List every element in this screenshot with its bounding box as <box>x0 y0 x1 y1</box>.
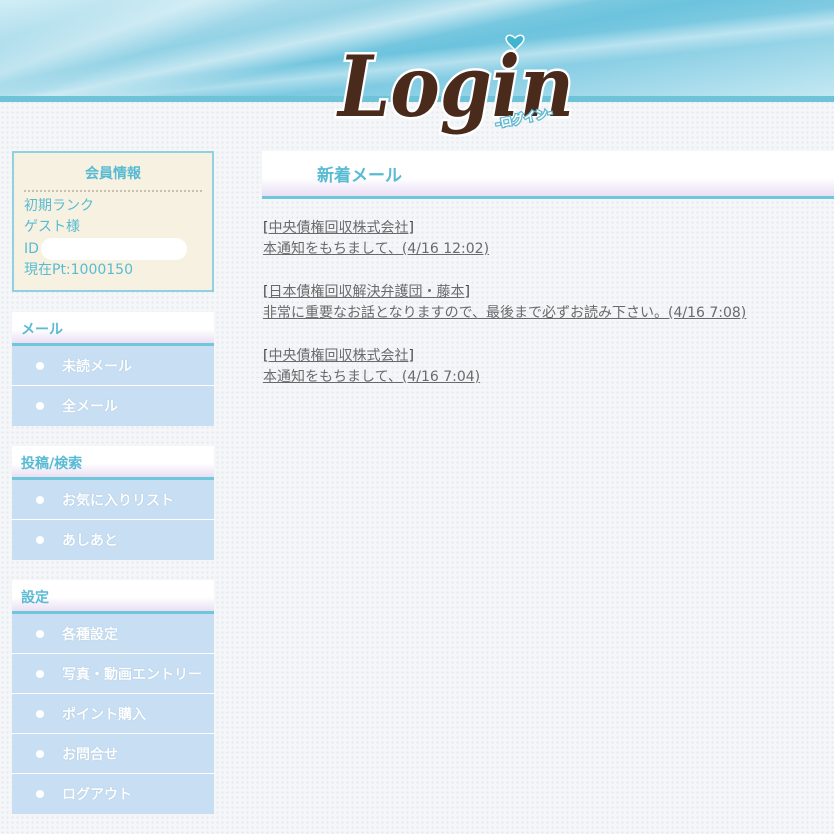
login-logo: Login -ログイン- <box>334 35 577 139</box>
mail-sender: [日本債権回収解決弁護団・藤本] <box>263 284 470 300</box>
nav-section-search: 投稿/検索 お気に入りリスト あしあと <box>12 446 214 560</box>
bullet-icon <box>36 709 44 718</box>
mail-subject-link[interactable]: 非常に重要なお話となりますので、最後まで必ずお読み下さい。(4/16 7:08) <box>263 303 746 324</box>
list-item: [中央債権回収株式会社] 本通知をもちまして、(4/16 12:02) <box>263 218 834 260</box>
nav-section-mail: メール 未読メール 全メール <box>12 312 214 426</box>
page-header: Login -ログイン- <box>0 0 834 150</box>
nav-item-label: お気に入りリスト <box>62 492 174 509</box>
id-redaction-mask <box>40 238 187 260</box>
nav-item-photo-entry[interactable]: 写真・動画エントリー <box>12 654 214 694</box>
bullet-icon <box>36 536 44 544</box>
mail-sender: [中央債権回収株式会社] <box>263 220 414 236</box>
nav-item-logout[interactable]: ログアウト <box>12 774 214 814</box>
nav-section-settings: 設定 各種設定 写真・動画エントリー ポイント購入 お問合せ ログアウト <box>12 580 214 814</box>
nav-heading-mail: メール <box>12 312 214 346</box>
nav-item-footprints[interactable]: あしあと <box>12 520 214 560</box>
nav-item-all-mail[interactable]: 全メール <box>12 386 214 426</box>
bullet-icon <box>36 495 44 504</box>
mail-subject-link[interactable]: 本通知をもちまして、(4/16 12:02) <box>263 239 489 260</box>
bullet-icon <box>36 402 44 410</box>
member-points: 現在Pt:1000150 <box>24 262 133 278</box>
nav-heading-search: 投稿/検索 <box>12 446 214 480</box>
bullet-icon <box>36 629 44 638</box>
member-info-title: 会員情報 <box>24 159 202 192</box>
bullet-icon <box>36 669 44 678</box>
nav-item-buy-points[interactable]: ポイント購入 <box>12 694 214 734</box>
nav-item-favorites[interactable]: お気に入りリスト <box>12 480 214 520</box>
member-id: ID <box>24 238 202 260</box>
bullet-icon <box>36 361 44 370</box>
nav-item-label: ポイント購入 <box>62 706 146 723</box>
main-content: 新着メール [中央債権回収株式会社] 本通知をもちまして、(4/16 12:02… <box>262 151 834 410</box>
nav-item-label: あしあと <box>62 533 118 549</box>
nav-item-settings[interactable]: 各種設定 <box>12 614 214 654</box>
member-info-box: 会員情報 初期ランク ゲスト様 ID 現在Pt:1000150 <box>12 151 214 292</box>
nav-heading-settings: 設定 <box>12 580 214 614</box>
mail-sender-link[interactable]: 日本債権回収解決弁護団・藤本 <box>268 284 464 300</box>
nav-item-label: ログアウト <box>62 787 132 803</box>
page-title: 新着メール <box>262 151 834 199</box>
mail-subject-link[interactable]: 本通知をもちまして、(4/16 7:04) <box>263 367 480 388</box>
member-rank: 初期ランク <box>24 198 94 214</box>
nav-item-unread-mail[interactable]: 未読メール <box>12 346 214 386</box>
mail-sender: [中央債権回収株式会社] <box>263 348 414 364</box>
member-name: ゲスト様 <box>24 219 80 235</box>
nav-item-contact[interactable]: お問合せ <box>12 734 214 774</box>
list-item: [日本債権回収解決弁護団・藤本] 非常に重要なお話となりますので、最後まで必ずお… <box>263 282 834 324</box>
bullet-icon <box>36 790 44 798</box>
bullet-icon <box>36 749 44 758</box>
sidebar: 会員情報 初期ランク ゲスト様 ID 現在Pt:1000150 メール 未読メー… <box>12 151 214 814</box>
mail-list: [中央債権回収株式会社] 本通知をもちまして、(4/16 12:02) [日本債… <box>262 199 834 388</box>
nav-item-label: 未読メール <box>62 358 132 375</box>
nav-item-label: 各種設定 <box>62 626 118 643</box>
mail-sender-link[interactable]: 中央債権回収株式会社 <box>268 348 408 364</box>
list-item: [中央債権回収株式会社] 本通知をもちまして、(4/16 7:04) <box>263 346 834 388</box>
nav-item-label: 全メール <box>62 399 118 415</box>
member-id-label: ID <box>24 241 39 257</box>
nav-item-label: 写真・動画エントリー <box>62 666 202 683</box>
nav-item-label: お問合せ <box>62 746 118 763</box>
mail-sender-link[interactable]: 中央債権回収株式会社 <box>268 220 408 236</box>
